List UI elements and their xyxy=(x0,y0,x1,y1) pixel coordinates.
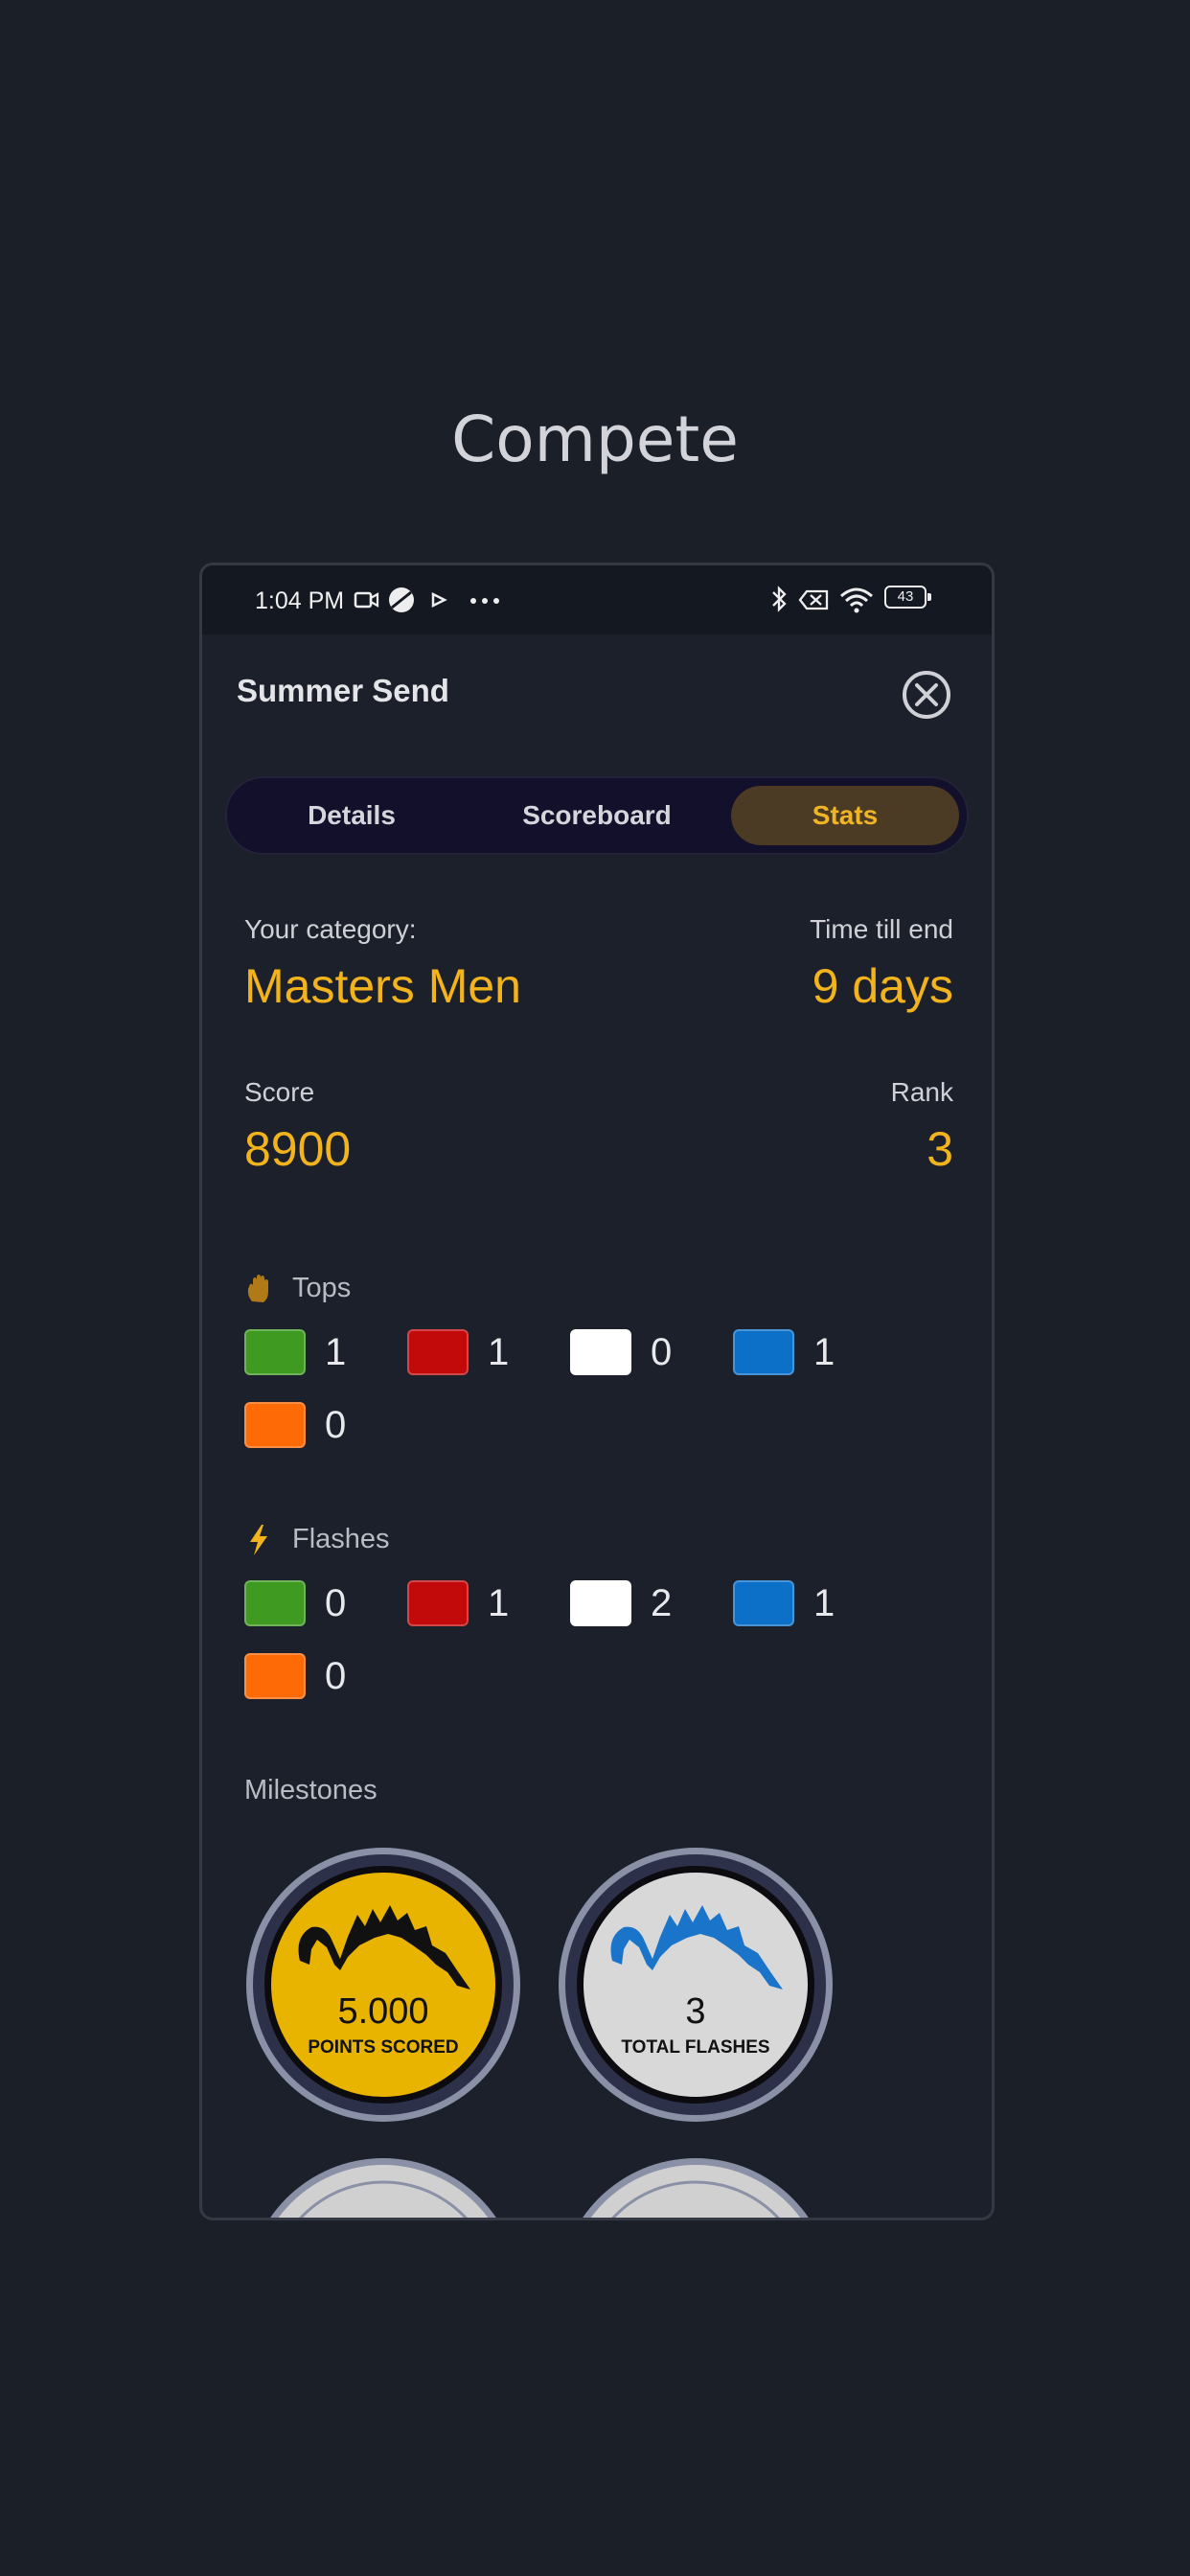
flashes-count-white: 2 xyxy=(651,1582,673,1624)
milestone-badge-flashes[interactable]: 3 TOTAL FLASHES xyxy=(557,1846,835,2124)
rank-value: 3 xyxy=(927,1122,953,1176)
flashes-chip-red xyxy=(407,1580,469,1626)
badge-value: 5.000 xyxy=(337,1991,428,2032)
flashes-count-green: 0 xyxy=(325,1582,347,1624)
flashes-chip-orange xyxy=(244,1653,306,1699)
video-camera-icon xyxy=(354,591,379,609)
battery-level: 43 xyxy=(897,588,914,605)
tops-chip-blue xyxy=(733,1329,794,1375)
milestone-badge-points[interactable]: 5.000 POINTS SCORED xyxy=(244,1846,522,2124)
tops-chip-orange xyxy=(244,1402,306,1448)
competition-title: Summer Send xyxy=(237,673,449,708)
hand-icon xyxy=(247,1275,268,1302)
battery-icon: 43 xyxy=(884,586,931,609)
tops-chip-red xyxy=(407,1329,469,1375)
tops-count-white: 0 xyxy=(651,1331,673,1373)
tops-count-blue: 1 xyxy=(813,1331,835,1373)
flashes-chip-white xyxy=(570,1580,631,1626)
close-icon[interactable] xyxy=(900,668,953,722)
status-bar: 1:04 PM 43 xyxy=(202,565,992,634)
milestone-badge-partial[interactable] xyxy=(244,2156,522,2220)
phone-frame: 1:04 PM 43 Summer Send Details Scoreboar… xyxy=(199,563,995,2220)
rank-label: Rank xyxy=(890,1077,953,1107)
time-till-end-label: Time till end xyxy=(810,914,953,944)
play-icon xyxy=(431,591,447,609)
flashes-count-red: 1 xyxy=(488,1582,510,1624)
flashes-chip-green xyxy=(244,1580,306,1626)
flashes-chip-blue xyxy=(733,1580,794,1626)
tab-bar: Details Scoreboard Stats xyxy=(225,776,969,855)
tops-count-green: 1 xyxy=(325,1331,347,1373)
tops-count-red: 1 xyxy=(488,1331,510,1373)
tab-details[interactable]: Details xyxy=(237,786,467,845)
tops-title: Tops xyxy=(292,1273,352,1303)
app-ball-icon xyxy=(389,587,414,612)
time-till-end-value: 9 days xyxy=(812,959,953,1013)
badge-caption: TOTAL FLASHES xyxy=(621,2037,769,2058)
bluetooth-icon xyxy=(772,586,787,612)
flashes-count-blue: 1 xyxy=(813,1582,835,1624)
flashes-count-orange: 0 xyxy=(325,1655,347,1697)
no-sim-icon xyxy=(798,589,829,610)
tops-chip-white xyxy=(570,1329,631,1375)
tops-chip-green xyxy=(244,1329,306,1375)
tab-stats[interactable]: Stats xyxy=(731,786,959,845)
badge-value: 3 xyxy=(685,1991,705,2032)
tab-scoreboard[interactable]: Scoreboard xyxy=(482,786,712,845)
score-label: Score xyxy=(244,1077,315,1107)
milestones-title: Milestones xyxy=(244,1775,378,1806)
badge-caption: POINTS SCORED xyxy=(308,2037,458,2058)
page-heading: Compete xyxy=(451,402,739,476)
lightning-icon xyxy=(250,1525,267,1555)
battery-tip xyxy=(927,593,931,601)
wifi-icon xyxy=(840,587,873,613)
category-label: Your category: xyxy=(244,914,417,944)
score-value: 8900 xyxy=(244,1122,352,1176)
more-dots-icon xyxy=(470,598,499,604)
tops-count-orange: 0 xyxy=(325,1404,347,1446)
status-time: 1:04 PM xyxy=(255,587,345,614)
milestone-badge-partial[interactable] xyxy=(557,2156,835,2220)
flashes-title: Flashes xyxy=(292,1524,390,1554)
category-value: Masters Men xyxy=(244,959,521,1013)
